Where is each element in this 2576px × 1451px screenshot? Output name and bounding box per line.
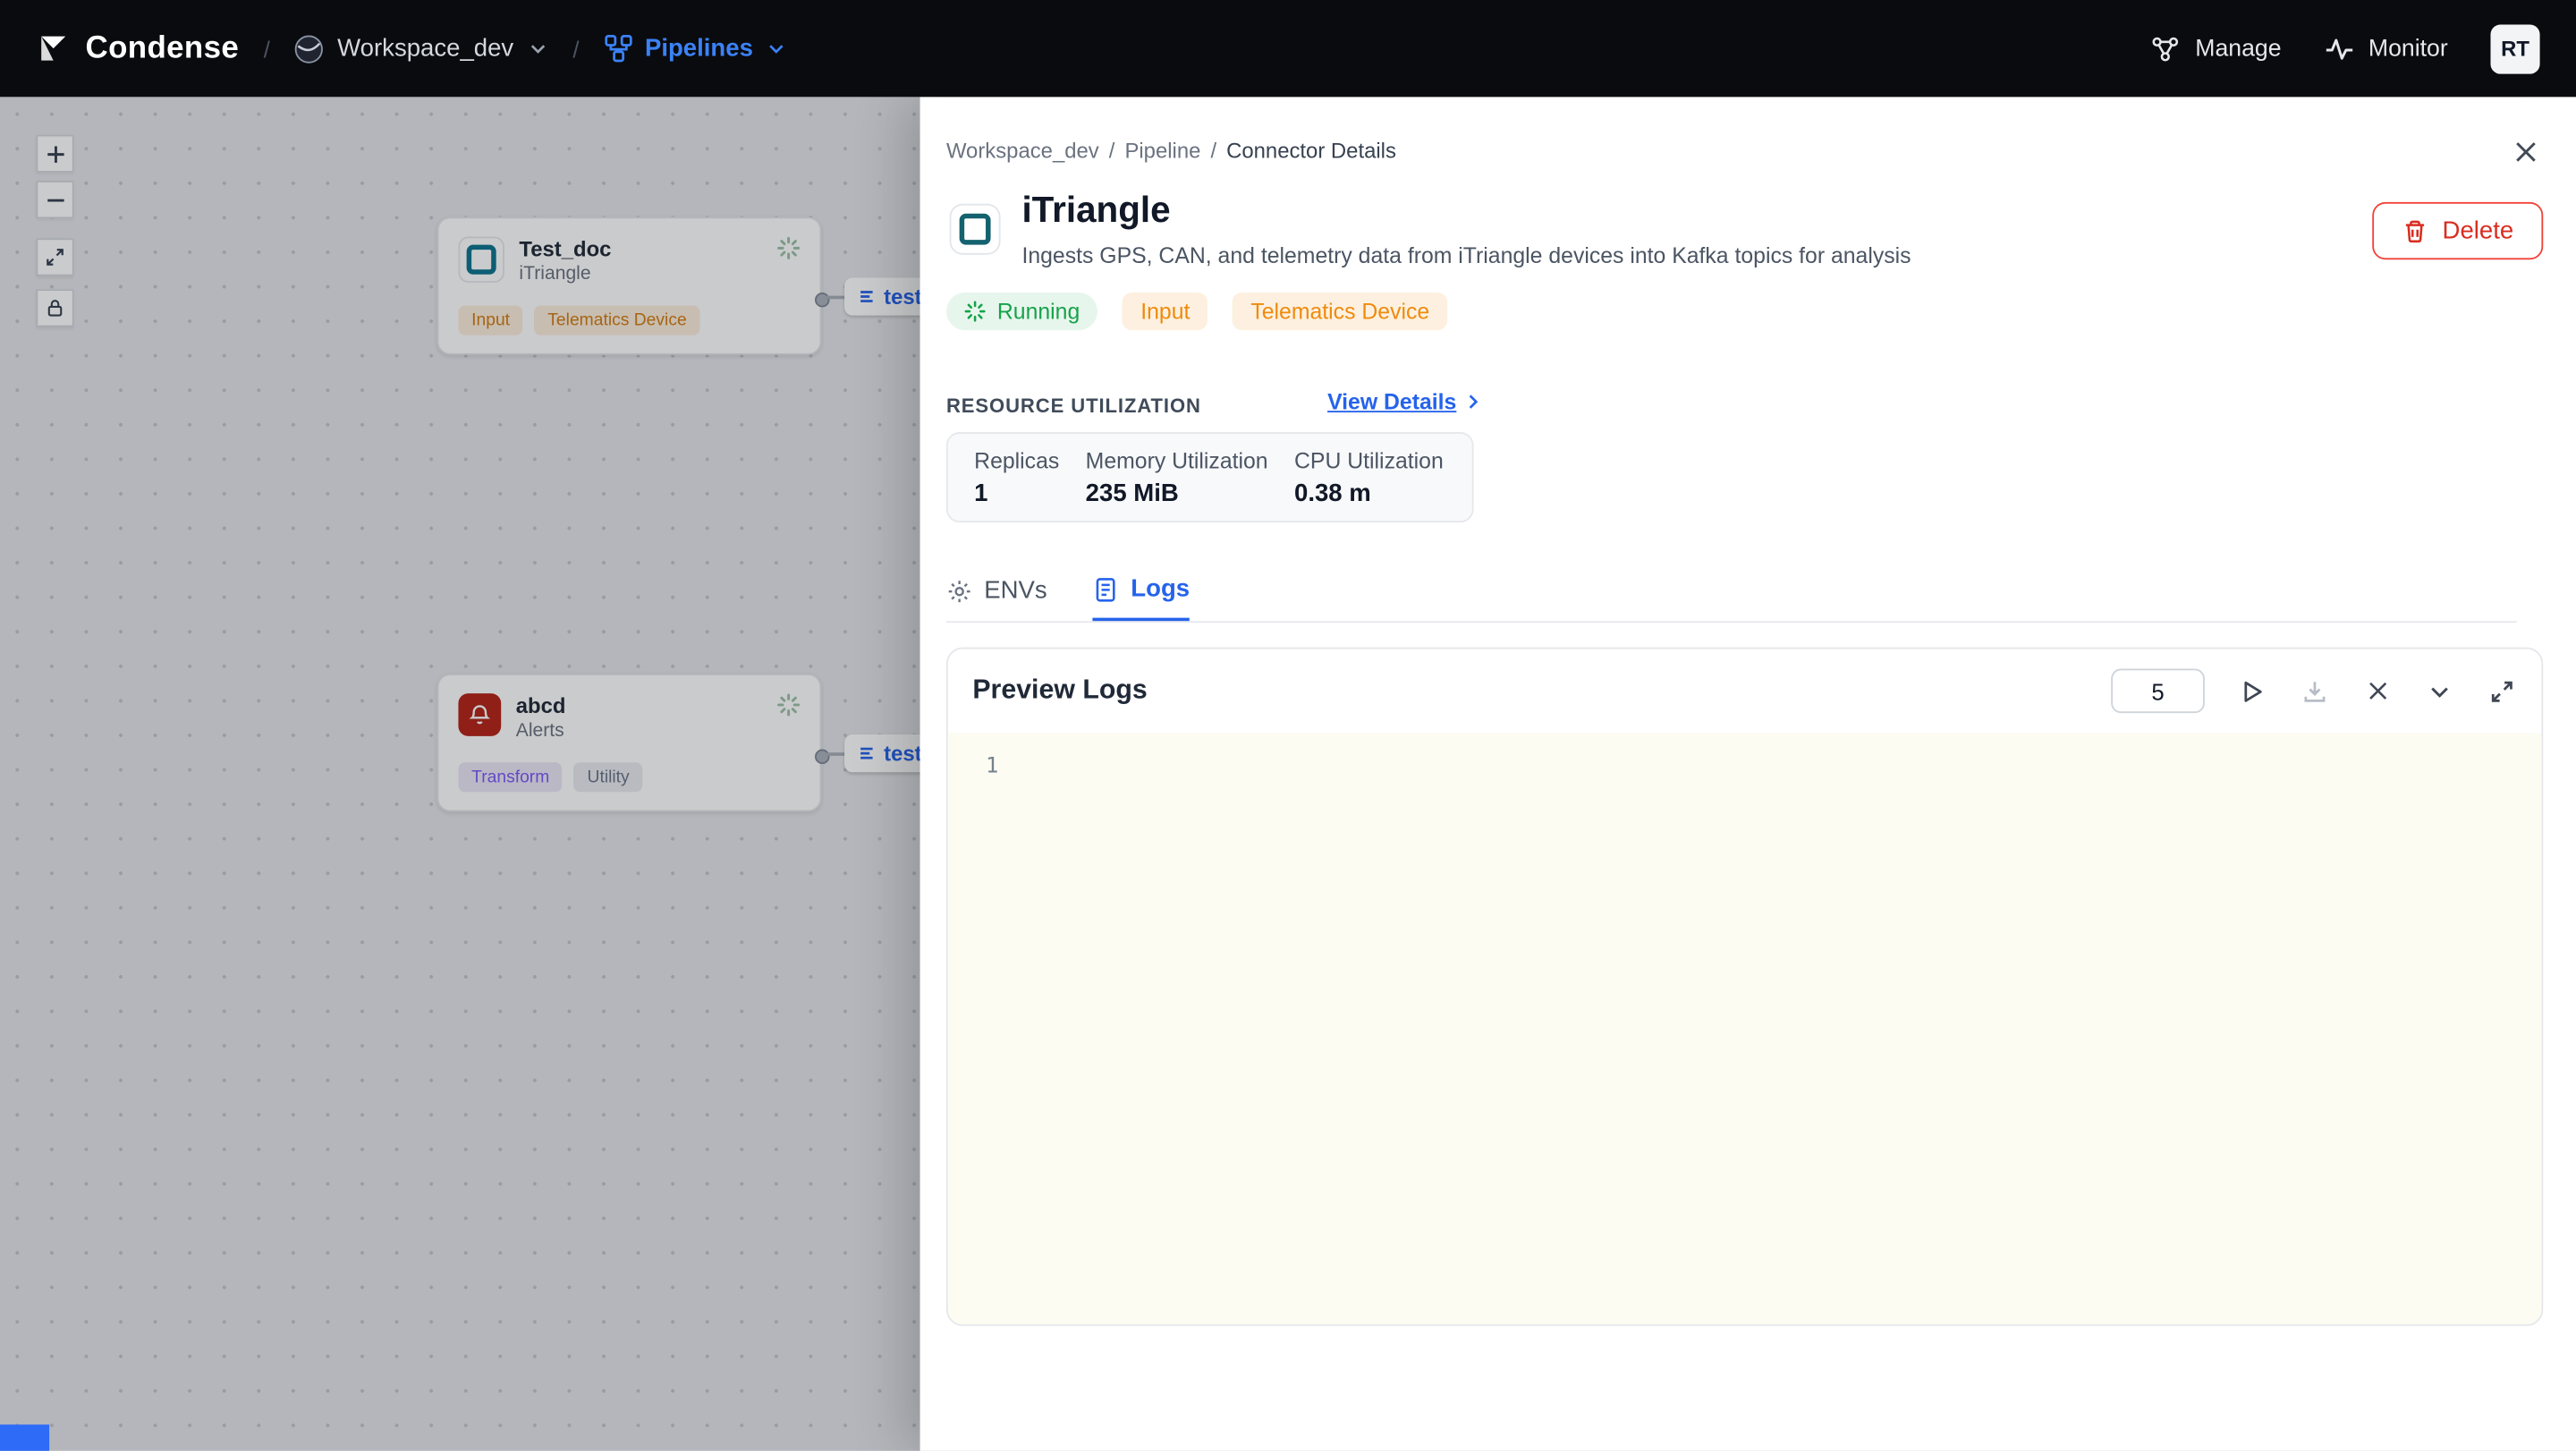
manage-label: Manage [2195,35,2282,62]
run-logs-button[interactable] [2238,676,2267,706]
brand-name: Condense [85,30,240,65]
metric-value: 1 [974,479,988,508]
close-panel-button[interactable] [2507,133,2543,169]
tab-envs[interactable]: ENVs [946,575,1047,621]
logs-output[interactable]: 1 [947,733,2542,1325]
tab-envs-label: ENVs [984,576,1047,605]
navbar-right: Manage Monitor RT [2151,23,2540,73]
nav-separator: / [263,35,270,62]
maximize-icon [2489,678,2515,704]
play-icon [2239,678,2265,704]
badge-row: Running Input Telematics Device [945,292,1448,331]
pipelines-selector[interactable]: Pipelines [604,35,787,63]
metric-memory: Memory Utilization 235 MiB [1085,448,1268,508]
log-file-icon [1093,576,1119,602]
tab-logs-label: Logs [1131,574,1191,604]
download-icon [2301,678,2327,704]
clear-logs-button[interactable] [2362,676,2392,706]
monitor-button[interactable]: Monitor [2324,34,2448,64]
breadcrumb: Workspace_dev / Pipeline / Connector Det… [946,138,1396,163]
breadcrumb-separator: / [1210,138,1217,163]
user-avatar[interactable]: RT [2490,23,2540,73]
breadcrumb-workspace[interactable]: Workspace_dev [946,138,1099,163]
manage-icon [2151,34,2181,64]
workspace-name: Workspace_dev [337,34,514,63]
view-details-link[interactable]: View Details [1327,389,1483,414]
metric-label: CPU Utilization [1293,448,1444,473]
metric-replicas: Replicas 1 [974,448,1060,508]
pipelines-icon [604,35,631,63]
monitor-label: Monitor [2368,35,2448,62]
metric-value: 235 MiB [1085,479,1179,508]
tab-logs[interactable]: Logs [1093,574,1191,622]
connector-description: Ingests GPS, CAN, and telemetry data fro… [1021,242,1911,268]
logs-title: Preview Logs [972,675,1148,705]
metric-cpu: CPU Utilization 0.38 m [1293,448,1444,508]
preview-logs-card: Preview Logs 5 1 [945,647,2544,1327]
tab-divider [945,621,2517,624]
chevron-down-icon [767,38,788,59]
connector-title: iTriangle [1021,189,1171,231]
metric-label: Memory Utilization [1085,448,1268,473]
top-navbar: Condense / Workspace_dev / Pipelines Man… [0,0,2576,98]
navbar-left: Condense / Workspace_dev / Pipelines [36,30,787,66]
trash-icon [2402,217,2428,243]
chevron-right-icon [1462,391,1483,412]
category-badge: Telematics Device [1233,292,1448,331]
workspace-globe-icon [294,34,324,64]
status-badge: Running [945,292,1098,331]
monitor-pulse-icon [2324,34,2353,64]
gear-icon [946,578,972,604]
metric-value: 0.38 m [1293,479,1371,508]
collapse-logs-button[interactable] [2425,676,2454,706]
metric-label: Replicas [974,448,1060,473]
spinner-icon [964,301,986,322]
delete-button[interactable]: Delete [2371,201,2544,260]
log-lines-input[interactable] [2111,668,2205,714]
brand[interactable]: Condense [36,30,239,66]
breadcrumb-separator: / [1108,138,1115,163]
manage-button[interactable]: Manage [2151,34,2282,64]
condense-logo-icon [36,31,71,66]
chevron-down-icon [2427,678,2453,704]
logs-controls [2111,668,2517,714]
close-icon [2365,679,2390,704]
resource-utilization-heading: RESOURCE UTILIZATION [945,394,1201,418]
fullscreen-logs-button[interactable] [2487,676,2517,706]
delete-label: Delete [2442,216,2514,245]
breadcrumb-pipeline[interactable]: Pipeline [1124,138,1200,163]
chevron-down-icon [527,38,548,59]
type-badge: Input [1123,292,1208,331]
tab-bar: ENVs Logs [946,574,1191,622]
download-logs-button[interactable] [2300,676,2329,706]
view-details-label: View Details [1327,389,1457,414]
close-icon [2511,137,2538,165]
breadcrumb-current: Connector Details [1226,138,1396,163]
resource-metrics-card: Replicas 1 Memory Utilization 235 MiB CP… [945,432,1474,523]
status-label: Running [996,299,1080,324]
app: Condense / Workspace_dev / Pipelines Man… [0,0,2576,1451]
log-line-number: 1 [986,754,999,779]
connector-details-panel: Workspace_dev / Pipeline / Connector Det… [919,97,2576,1451]
pipelines-label: Pipelines [644,34,753,63]
connector-itriangle-icon [949,203,1001,255]
logs-header: Preview Logs [948,649,2542,734]
canvas-corner-widget[interactable] [0,1424,50,1451]
workspace-selector[interactable]: Workspace_dev [294,34,547,64]
nav-separator: / [572,35,580,62]
